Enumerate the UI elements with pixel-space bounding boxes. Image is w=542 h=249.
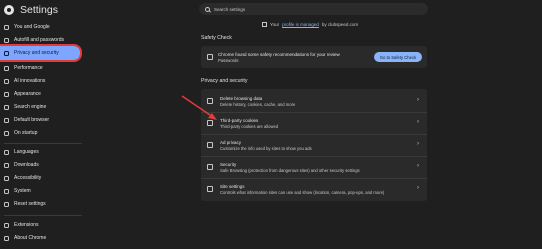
sidebar-item-accessibility[interactable]: Accessibility xyxy=(0,173,82,183)
person-icon xyxy=(4,24,9,30)
sidebar-divider xyxy=(4,215,82,216)
ad-icon xyxy=(207,142,213,148)
sidebar-item-reset-settings[interactable]: Reset settings xyxy=(0,199,82,209)
sidebar-item-privacy-and-security[interactable]: Privacy and security xyxy=(0,44,82,62)
sidebar-item-downloads[interactable]: Downloads xyxy=(0,160,82,170)
privacy-card: Delete browsing data Delete history, coo… xyxy=(201,89,427,201)
safety-check-sub: Passwords xyxy=(218,58,239,63)
sidebar: Settings You and Google Autofill and pas… xyxy=(0,0,190,249)
sidebar-item-system[interactable]: System xyxy=(0,186,82,196)
puzzle-icon xyxy=(4,222,9,228)
building-icon xyxy=(262,22,267,27)
managed-profile-link[interactable]: profile is managed xyxy=(282,22,319,27)
sidebar-item-appearance[interactable]: Appearance xyxy=(0,89,82,99)
chrome-icon xyxy=(4,235,9,241)
sidebar-item-on-startup[interactable]: On startup xyxy=(0,128,82,138)
shield-icon xyxy=(4,50,9,56)
privacy-section-heading: Privacy and security xyxy=(201,78,248,84)
accessibility-icon xyxy=(4,175,9,181)
chevron-right-icon: › xyxy=(417,185,419,191)
managed-notice: Your profile is managed by clubspeed.com xyxy=(262,22,358,27)
row-third-party-cookies[interactable]: Third-party cookies Third-party cookies … xyxy=(201,112,427,134)
chevron-right-icon: › xyxy=(417,119,419,125)
row-site-settings[interactable]: Site settings Controls what information … xyxy=(201,178,427,200)
shield-check-icon xyxy=(207,54,213,60)
row-security[interactable]: Security Safe Browsing (protection from … xyxy=(201,156,427,178)
browser-icon xyxy=(4,117,9,123)
sidebar-item-you-and-google[interactable]: You and Google xyxy=(0,22,82,32)
wrench-icon xyxy=(4,188,9,194)
safety-check-card: Chrome found some safety recommendations… xyxy=(201,46,427,68)
sidebar-item-autofill[interactable]: Autofill and passwords xyxy=(0,35,82,45)
globe-icon xyxy=(4,149,9,155)
speedometer-icon xyxy=(4,65,9,71)
reset-icon xyxy=(4,201,9,207)
chevron-right-icon: › xyxy=(417,141,419,147)
row-ad-privacy[interactable]: Ad privacy Customize the info used by si… xyxy=(201,134,427,156)
sidebar-item-extensions[interactable]: Extensions xyxy=(0,220,82,230)
sidebar-item-about-chrome[interactable]: About Chrome xyxy=(0,233,82,243)
cookie-icon xyxy=(207,120,213,126)
search-input[interactable] xyxy=(214,6,414,12)
safety-check-message: Chrome found some safety recommendations… xyxy=(218,52,340,57)
download-icon xyxy=(4,162,9,168)
trash-icon xyxy=(207,98,213,104)
sidebar-item-ai-innovations[interactable]: AI innovations xyxy=(0,76,82,86)
palette-icon xyxy=(4,91,9,97)
power-icon xyxy=(4,130,9,136)
sidebar-item-languages[interactable]: Languages xyxy=(0,147,82,157)
brand: Settings xyxy=(4,3,58,17)
sliders-icon xyxy=(207,186,213,192)
chevron-right-icon: › xyxy=(417,163,419,169)
key-icon xyxy=(4,37,9,43)
search-icon xyxy=(4,104,9,110)
go-to-safety-check-button[interactable]: Go to Safety Check xyxy=(374,52,422,62)
search-bar[interactable] xyxy=(199,3,428,15)
search-icon xyxy=(205,6,210,12)
page-title: Settings xyxy=(20,4,58,16)
row-delete-browsing-data[interactable]: Delete browsing data Delete history, coo… xyxy=(201,90,427,112)
sparkle-icon xyxy=(4,78,9,84)
sidebar-item-search-engine[interactable]: Search engine xyxy=(0,102,82,112)
safety-check-heading: Safety Check xyxy=(201,35,232,41)
sidebar-item-performance[interactable]: Performance xyxy=(0,63,82,73)
sidebar-item-default-browser[interactable]: Default browser xyxy=(0,115,82,125)
sidebar-divider xyxy=(4,143,82,144)
chrome-logo-icon xyxy=(4,5,14,15)
chevron-right-icon: › xyxy=(417,97,419,103)
shield-icon xyxy=(207,164,213,170)
